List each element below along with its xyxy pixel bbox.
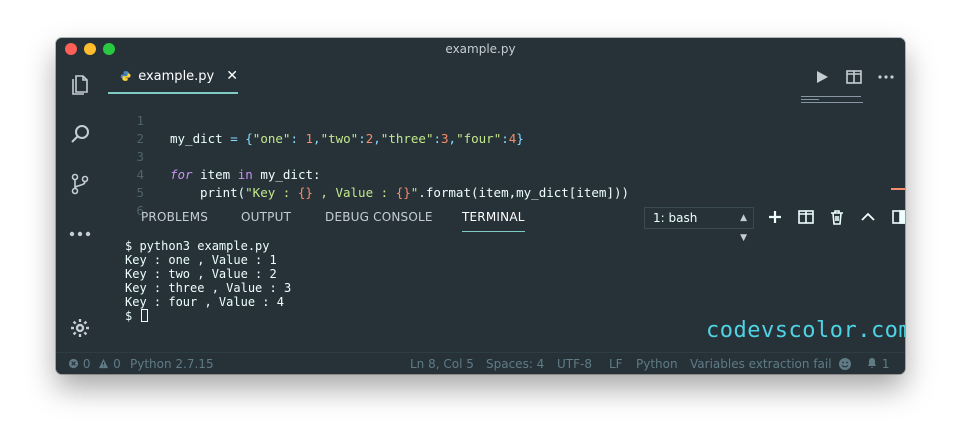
tab-debug-console[interactable]: DEBUG CONSOLE	[325, 210, 433, 224]
python-interpreter[interactable]: Python 2.7.15	[130, 357, 214, 371]
language-mode[interactable]: Python	[636, 357, 678, 371]
status-bar: 0 0 Python 2.7.15 Ln 8, Col 5 Spaces: 4 …	[56, 352, 905, 374]
split-editor-icon[interactable]	[845, 68, 863, 86]
watermark: codevscolor.com	[706, 318, 905, 343]
notifications[interactable]: 1	[866, 357, 889, 371]
editor-tabs: example.py ✕	[104, 60, 905, 94]
tab-example-py[interactable]: example.py ✕	[108, 60, 238, 94]
terminal-cursor	[141, 309, 149, 322]
terminal-select[interactable]: 1: bash ▲ ▼	[644, 207, 754, 243]
terminal-prompt-line: $	[125, 309, 291, 323]
smiley-icon[interactable]	[838, 357, 852, 372]
gear-icon[interactable]	[68, 316, 92, 340]
error-count: 0	[82, 357, 91, 371]
source-control-icon[interactable]	[68, 172, 92, 196]
tab-label: example.py	[138, 68, 215, 84]
notification-count: 1	[881, 357, 890, 371]
more-actions-icon[interactable]	[877, 68, 895, 86]
code-line: 1 my_dict = {"one": 1,"two":2,"three":3,…	[104, 94, 804, 146]
terminal-line: Key : four , Value : 4	[125, 295, 284, 309]
terminal-line: Key : one , Value : 1	[125, 253, 277, 267]
warning-count: 0	[113, 357, 121, 371]
terminal-line: Key : three , Value : 3	[125, 281, 292, 295]
maximize-icon[interactable]	[859, 208, 877, 226]
run-icon[interactable]	[813, 68, 831, 86]
window-title: example.py	[445, 42, 516, 56]
trash-icon[interactable]	[828, 208, 846, 226]
code-line: 5	[104, 166, 804, 200]
activity-bar	[56, 60, 104, 352]
status-message: Variables extraction fail	[690, 357, 832, 371]
encoding[interactable]: UTF-8	[557, 357, 592, 371]
files-icon[interactable]	[68, 72, 92, 96]
search-icon[interactable]	[68, 122, 92, 146]
end-of-line[interactable]: LF	[609, 357, 623, 371]
tab-output[interactable]: OUTPUT	[241, 210, 291, 224]
panel-tabs: PROBLEMS OUTPUT DEBUG CONSOLE TERMINAL 1…	[104, 204, 905, 243]
error-icon	[68, 358, 79, 369]
python-file-icon	[120, 71, 131, 81]
indentation[interactable]: Spaces: 4	[486, 357, 544, 371]
problems-indicator[interactable]: 0 0	[68, 357, 121, 371]
tab-close-icon[interactable]: ✕	[226, 68, 238, 84]
minimap[interactable]	[801, 96, 865, 106]
terminal-line: $ python3 example.py	[125, 239, 270, 253]
code-editor[interactable]: 1 my_dict = {"one": 1,"two":2,"three":3,…	[104, 94, 905, 218]
toggle-panel-icon[interactable]	[890, 208, 905, 226]
code-line: 2	[104, 112, 804, 146]
editor-actions	[813, 68, 895, 86]
code-line: 6	[104, 184, 804, 218]
more-icon[interactable]	[68, 222, 92, 246]
vscode-window: example.py example.py ✕ 1 my_dict = {"on…	[56, 38, 905, 374]
add-terminal-icon[interactable]	[766, 208, 784, 226]
tab-terminal[interactable]: TERMINAL	[462, 210, 525, 232]
code-line: 3 for item in my_dict:	[104, 130, 804, 182]
bell-icon	[868, 358, 876, 368]
scrollbar-marker	[891, 188, 905, 190]
cursor-position[interactable]: Ln 8, Col 5	[410, 357, 474, 371]
title-bar: example.py	[56, 38, 905, 60]
terminal-output[interactable]: $ python3 example.py Key : one , Value :…	[125, 239, 291, 323]
terminal-prompt: $	[125, 309, 140, 323]
warning-icon	[99, 358, 109, 369]
tab-problems[interactable]: PROBLEMS	[141, 210, 208, 224]
terminal-line: Key : two , Value : 2	[125, 267, 277, 281]
panel-actions	[766, 208, 905, 226]
terminal-select-value: 1: bash	[653, 211, 698, 225]
split-terminal-icon[interactable]	[797, 208, 815, 226]
code-line: 4 print("Key : {} , Value : {}".format(i…	[104, 148, 804, 200]
chevron-updown-icon: ▲ ▼	[740, 213, 747, 243]
